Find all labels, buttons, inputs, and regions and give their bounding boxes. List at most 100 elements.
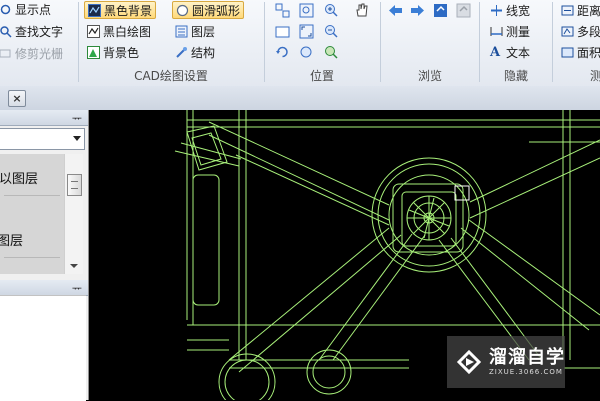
rotate-icon[interactable]: [272, 43, 292, 61]
pin-icon[interactable]: ᅲ: [72, 110, 82, 126]
bw-drawing-button[interactable]: 黑白绘图: [84, 22, 154, 40]
browse-disabled-icon[interactable]: [453, 1, 473, 19]
multi-segment-icon: [561, 25, 574, 38]
zoom-realtime-icon[interactable]: [321, 43, 341, 61]
black-background-button[interactable]: 黑色背景: [84, 1, 157, 19]
list-item[interactable]: 以图层: [0, 158, 64, 196]
zoom-out-icon[interactable]: [321, 22, 341, 40]
separator: [380, 2, 381, 82]
distance-button[interactable]: 距离: [558, 1, 600, 19]
smooth-arc-button[interactable]: 圆滑弧形: [172, 1, 245, 19]
area-icon: [561, 46, 574, 59]
find-icon: [0, 25, 12, 38]
text-icon: A: [490, 44, 501, 60]
find-text-button[interactable]: 查找文字: [0, 22, 66, 40]
structure-label: 结构: [191, 45, 216, 60]
arc-icon: [176, 4, 189, 17]
properties-area: [0, 295, 86, 401]
chevron-down-icon: [73, 136, 81, 141]
fit-all-icon[interactable]: [272, 22, 292, 40]
black-background-label: 黑色背景: [104, 3, 153, 18]
multi-segment-button[interactable]: 多段: [558, 22, 600, 40]
measure-icon: [490, 25, 503, 38]
cad-drawing-canvas[interactable]: 溜溜自学 ZIXUE.3066.COM: [89, 110, 600, 400]
separator: [264, 2, 265, 82]
text-label: 文本: [506, 45, 531, 60]
measure-button[interactable]: 测量: [487, 22, 533, 40]
layers-icon: [175, 25, 188, 38]
measure-label: 测量: [506, 24, 531, 39]
pan-hand-icon[interactable]: [351, 1, 371, 19]
back-arrow-icon[interactable]: [385, 1, 405, 19]
layer-panel-titlebar: ᅲ: [0, 110, 88, 126]
measure-group-label: 测: [590, 69, 600, 83]
distance-icon: [561, 4, 574, 17]
top-left-bracket: [174, 125, 242, 306]
watermark-logo-icon: [456, 349, 482, 375]
line-width-label: 线宽: [506, 3, 531, 18]
group-hide: 线宽 测量 A 文本 隐藏: [481, 0, 551, 86]
group-view-options: 显示点 查找文字 修剪光栅: [0, 0, 75, 86]
zoom-search-icon[interactable]: [296, 1, 316, 19]
cad-settings-group-label: CAD绘图设置: [134, 69, 208, 83]
group-cad-settings: 黑色背景 圆滑弧形 黑白绘图 图层 背景色 结构 CAD绘图设置: [80, 0, 262, 86]
trim-raster-button[interactable]: 修剪光栅: [0, 44, 66, 62]
document-tab-strip: ×: [0, 86, 600, 111]
show-points-label: 显示点: [15, 2, 52, 17]
hide-group-label: 隐藏: [503, 69, 528, 83]
bw-icon: [87, 24, 100, 38]
central-hub: [371, 157, 487, 273]
text-button[interactable]: A 文本: [487, 43, 533, 61]
line-width-button[interactable]: 线宽: [487, 1, 533, 19]
zoom-window-icon[interactable]: [272, 1, 292, 19]
properties-titlebar: ᅲ: [0, 280, 88, 296]
refresh-icon[interactable]: [430, 1, 450, 19]
group-browse: 浏览: [382, 0, 478, 86]
area-label: 面积: [577, 45, 600, 60]
watermark-url: ZIXUE.3066.COM: [489, 368, 563, 376]
line-width-icon: [490, 4, 503, 17]
background-color-button[interactable]: 背景色: [84, 43, 142, 61]
list-item[interactable]: 图层: [0, 220, 64, 258]
smooth-arc-label: 圆滑弧形: [192, 3, 241, 18]
layers-label: 图层: [191, 24, 216, 39]
group-position: 位置: [266, 0, 378, 86]
distance-label: 距离: [577, 3, 600, 18]
background-color-icon: [87, 45, 100, 59]
separator: [479, 2, 480, 82]
separator: [78, 2, 79, 82]
group-measure: 距离 多段 面积 测: [554, 0, 600, 86]
multi-segment-label: 多段: [577, 24, 600, 39]
divider: [4, 195, 60, 196]
structure-button[interactable]: 结构: [172, 43, 218, 61]
trim-icon: [0, 47, 12, 60]
zoom-extents-icon[interactable]: [296, 22, 316, 40]
close-icon: ×: [12, 92, 22, 105]
browse-group-label: 浏览: [417, 69, 442, 83]
position-group-label: 位置: [309, 69, 334, 83]
close-tab-button[interactable]: ×: [8, 90, 26, 107]
scrollbar-thumb[interactable]: [67, 174, 82, 196]
scroll-down-arrow-icon[interactable]: [70, 264, 78, 268]
layer-select[interactable]: [0, 128, 85, 150]
area-button[interactable]: 面积: [558, 43, 600, 61]
layer-list: 以图层 图层: [0, 154, 64, 274]
ribbon: 显示点 查找文字 修剪光栅 黑色背景 圆滑弧形 黑白绘图 图层 背景色 结构 C…: [0, 0, 600, 87]
watermark-title: 溜溜自学: [489, 347, 565, 368]
show-points-button[interactable]: 显示点: [0, 0, 54, 18]
structure-icon: [175, 46, 188, 59]
background-color-label: 背景色: [103, 45, 140, 60]
layer-panel: ᅲ 以图层 图层 ᅲ: [0, 110, 89, 401]
forward-arrow-icon[interactable]: [407, 1, 427, 19]
zoom-in-icon[interactable]: [321, 1, 341, 19]
layers-button[interactable]: 图层: [172, 22, 218, 40]
pin-icon[interactable]: ᅲ: [72, 280, 82, 296]
separator: [552, 2, 553, 82]
watermark-text: 溜溜自学 ZIXUE.3066.COM: [489, 347, 565, 377]
find-text-label: 查找文字: [15, 24, 64, 39]
divider: [4, 257, 60, 258]
bw-drawing-label: 黑白绘图: [103, 24, 152, 39]
watermark: 溜溜自学 ZIXUE.3066.COM: [447, 336, 565, 388]
zoom-previous-icon[interactable]: [296, 43, 316, 61]
layer-list-scrollbar[interactable]: [64, 154, 83, 274]
